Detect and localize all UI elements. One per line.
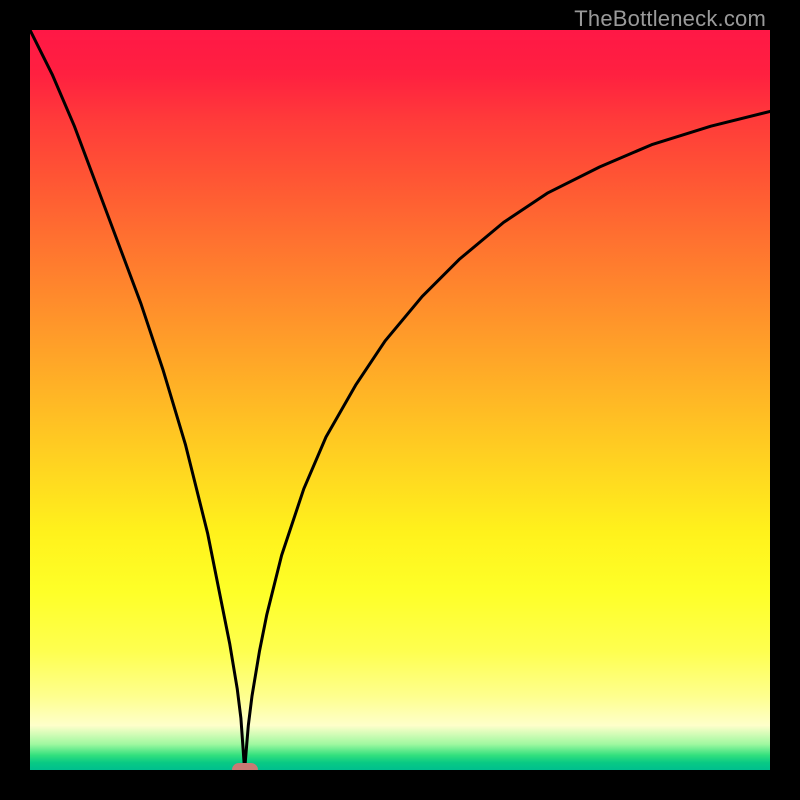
chart-frame: TheBottleneck.com (0, 0, 800, 800)
optimal-point-marker (232, 763, 258, 770)
plot-area (30, 30, 770, 770)
curve-layer (30, 30, 770, 770)
bottleneck-curve (30, 30, 770, 770)
watermark-label: TheBottleneck.com (574, 6, 766, 32)
